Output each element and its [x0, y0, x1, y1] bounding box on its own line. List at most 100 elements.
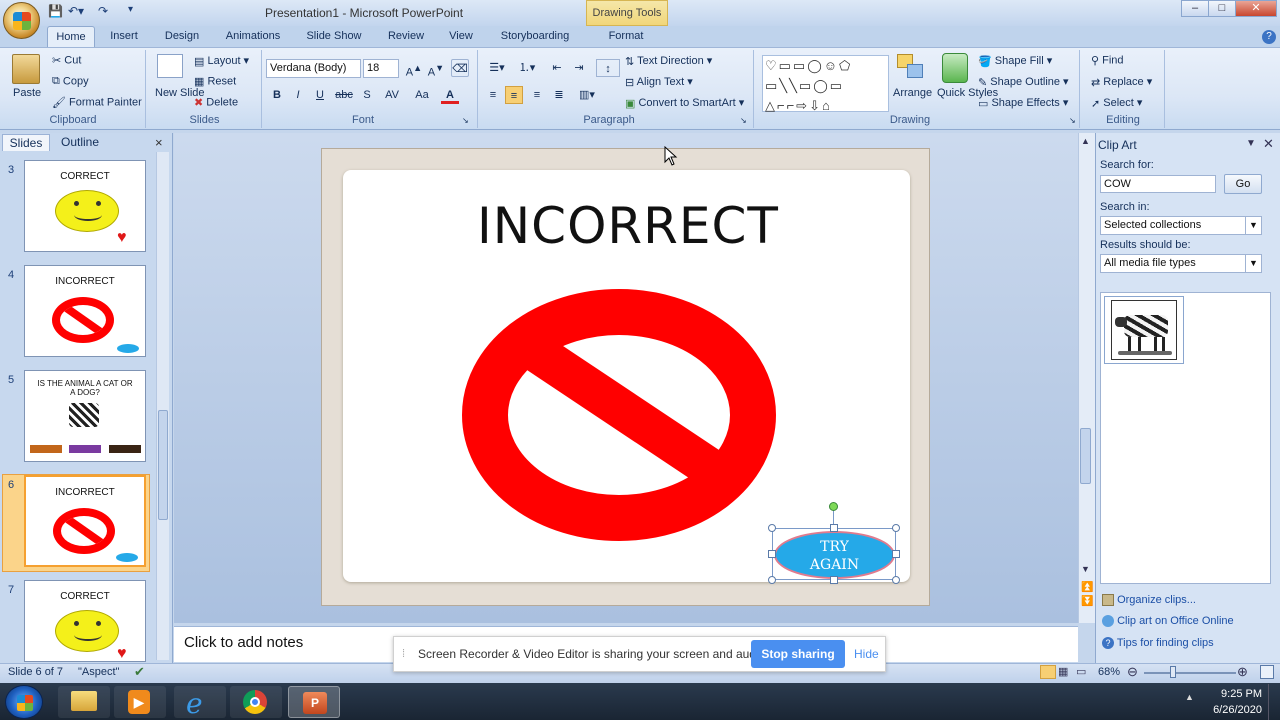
- paragraph-dialog-launcher-icon[interactable]: ↘: [740, 116, 747, 125]
- stop-sharing-button[interactable]: Stop sharing: [751, 640, 845, 668]
- customize-qat-icon[interactable]: ▾: [128, 4, 133, 20]
- show-desktop-button[interactable]: [1268, 684, 1280, 720]
- zoom-out-icon[interactable]: ⊖: [1127, 664, 1138, 680]
- zoom-in-icon[interactable]: ⊕: [1237, 664, 1248, 680]
- tab-outline[interactable]: Outline: [54, 134, 106, 151]
- show-hidden-icons-icon[interactable]: ▲: [1185, 692, 1194, 702]
- resize-handle-w[interactable]: [768, 550, 776, 558]
- align-right-icon[interactable]: ≡: [528, 86, 546, 104]
- search-in-select[interactable]: Selected collections ▼: [1100, 216, 1262, 235]
- align-text-button[interactable]: ⊟ Align Text ▾: [625, 75, 693, 89]
- justify-icon[interactable]: ≣: [550, 86, 568, 104]
- tab-review[interactable]: Review: [382, 26, 430, 48]
- clock-time[interactable]: 9:25 PM: [1200, 688, 1262, 700]
- hide-button[interactable]: Hide: [854, 647, 879, 661]
- resize-handle-ne[interactable]: [892, 524, 900, 532]
- resize-handle-e[interactable]: [892, 550, 900, 558]
- paste-button[interactable]: Paste: [13, 87, 41, 99]
- change-case-button[interactable]: Aa: [410, 86, 434, 104]
- close-clip-art-icon[interactable]: ✕: [1263, 136, 1274, 152]
- organize-clips-link[interactable]: Organize clips...: [1102, 594, 1196, 607]
- delete-button[interactable]: ✖ Delete: [194, 96, 238, 109]
- powerpoint-taskbar[interactable]: P: [288, 686, 340, 718]
- tips-link[interactable]: ? Tips for finding clips: [1102, 637, 1214, 650]
- slide-thumbnail-6[interactable]: INCORRECT: [24, 475, 146, 567]
- zoom-slider-thumb[interactable]: [1170, 666, 1176, 678]
- slide-thumbnail-4[interactable]: INCORRECT: [24, 265, 146, 357]
- tab-format[interactable]: Format: [600, 26, 652, 48]
- clock-date[interactable]: 6/26/2020: [1196, 704, 1262, 716]
- font-size-combo[interactable]: 18: [363, 59, 399, 78]
- tab-home[interactable]: Home: [47, 26, 95, 48]
- search-input[interactable]: COW: [1100, 175, 1216, 193]
- redo-icon[interactable]: ↷: [98, 4, 108, 20]
- clear-formatting-icon[interactable]: ⌫: [451, 59, 469, 77]
- go-button[interactable]: Go: [1224, 174, 1262, 194]
- fit-to-window-icon[interactable]: [1260, 665, 1274, 679]
- columns-icon[interactable]: ▥▾: [575, 86, 599, 104]
- media-player-taskbar[interactable]: ▶: [114, 686, 166, 718]
- increase-indent-icon[interactable]: ⇥: [570, 59, 588, 77]
- maximize-button[interactable]: □: [1208, 0, 1236, 17]
- cut-button[interactable]: ✂ Cut: [52, 54, 81, 67]
- grow-font-icon[interactable]: A▲: [405, 59, 423, 79]
- font-dialog-launcher-icon[interactable]: ↘: [462, 116, 469, 125]
- slide-show-view-icon[interactable]: ▭: [1076, 665, 1086, 678]
- bullets-icon[interactable]: ☰▾: [484, 59, 510, 77]
- tab-insert[interactable]: Insert: [102, 26, 146, 48]
- slide-heading[interactable]: INCORRECT: [343, 197, 913, 255]
- shape-fill-button[interactable]: 🪣 Shape Fill ▾: [978, 54, 1052, 68]
- clip-art-online-link[interactable]: Clip art on Office Online: [1102, 615, 1234, 628]
- align-left-icon[interactable]: ≡: [484, 86, 502, 104]
- rotate-handle[interactable]: [829, 502, 838, 511]
- file-explorer-taskbar[interactable]: [58, 686, 110, 718]
- tab-design[interactable]: Design: [158, 26, 206, 48]
- slide-thumbnail-7[interactable]: CORRECT ♥: [24, 580, 146, 662]
- font-name-combo[interactable]: Verdana (Body): [266, 59, 361, 78]
- layout-button[interactable]: ▤ Layout ▾: [194, 54, 249, 68]
- scroll-down-icon[interactable]: ▼: [1081, 564, 1090, 574]
- underline-button[interactable]: U: [311, 86, 329, 104]
- close-pane-icon[interactable]: ×: [155, 135, 163, 150]
- theme-name[interactable]: "Aspect": [78, 666, 119, 678]
- start-button[interactable]: [5, 685, 43, 719]
- scroll-thumb[interactable]: [1080, 428, 1091, 484]
- resize-handle-se[interactable]: [892, 576, 900, 584]
- tab-animations[interactable]: Animations: [220, 26, 286, 48]
- slide-scrollbar[interactable]: [1078, 133, 1095, 623]
- resize-handle-sw[interactable]: [768, 576, 776, 584]
- office-button[interactable]: [3, 2, 40, 39]
- results-select[interactable]: All media file types ▼: [1100, 254, 1262, 273]
- zoom-level[interactable]: 68%: [1098, 666, 1120, 678]
- strikethrough-button[interactable]: abc: [333, 86, 355, 104]
- text-direction-button[interactable]: ⇅ Text Direction ▾: [625, 54, 712, 68]
- scroll-up-icon[interactable]: ▲: [1081, 136, 1090, 146]
- numbering-icon[interactable]: ⒈▾: [514, 59, 540, 77]
- shrink-font-icon[interactable]: A▼: [427, 59, 445, 79]
- minimize-button[interactable]: –: [1181, 0, 1209, 17]
- normal-view-icon[interactable]: [1040, 665, 1056, 679]
- tab-slides[interactable]: Slides: [2, 134, 50, 151]
- arrange-button[interactable]: Arrange: [893, 87, 932, 99]
- drag-handle-icon[interactable]: ⁞: [402, 648, 405, 660]
- shape-outline-button[interactable]: ✎ Shape Outline ▾: [978, 75, 1069, 89]
- resize-handle-nw[interactable]: [768, 524, 776, 532]
- format-painter-button[interactable]: 🖌 Format Painter: [52, 96, 142, 109]
- shape-effects-button[interactable]: ▭ Shape Effects ▾: [978, 96, 1068, 110]
- spell-check-icon[interactable]: ✔: [134, 664, 145, 680]
- tab-view[interactable]: View: [442, 26, 480, 48]
- pane-options-icon[interactable]: ▼: [1246, 138, 1256, 149]
- tab-storyboarding[interactable]: Storyboarding: [493, 26, 577, 48]
- character-spacing-button[interactable]: AV: [380, 86, 404, 104]
- slide-thumbnail-5[interactable]: IS THE ANIMAL A CAT OR A DOG?: [24, 370, 146, 462]
- resize-handle-s[interactable]: [830, 576, 838, 584]
- next-slide-icon[interactable]: ⏬: [1081, 596, 1093, 607]
- italic-button[interactable]: I: [289, 86, 307, 104]
- resize-handle-n[interactable]: [830, 524, 838, 532]
- help-icon[interactable]: ?: [1262, 30, 1276, 44]
- tab-slide-show[interactable]: Slide Show: [301, 26, 367, 48]
- shapes-gallery[interactable]: ♡▭▭◯☺⬠ ▭╲╲▭◯▭ △⌐⌐⇨⇩⌂: [762, 55, 889, 113]
- cow-clip-result[interactable]: [1104, 296, 1184, 364]
- new-slide-button[interactable]: New Slide: [155, 87, 205, 99]
- save-icon[interactable]: 💾: [48, 4, 63, 20]
